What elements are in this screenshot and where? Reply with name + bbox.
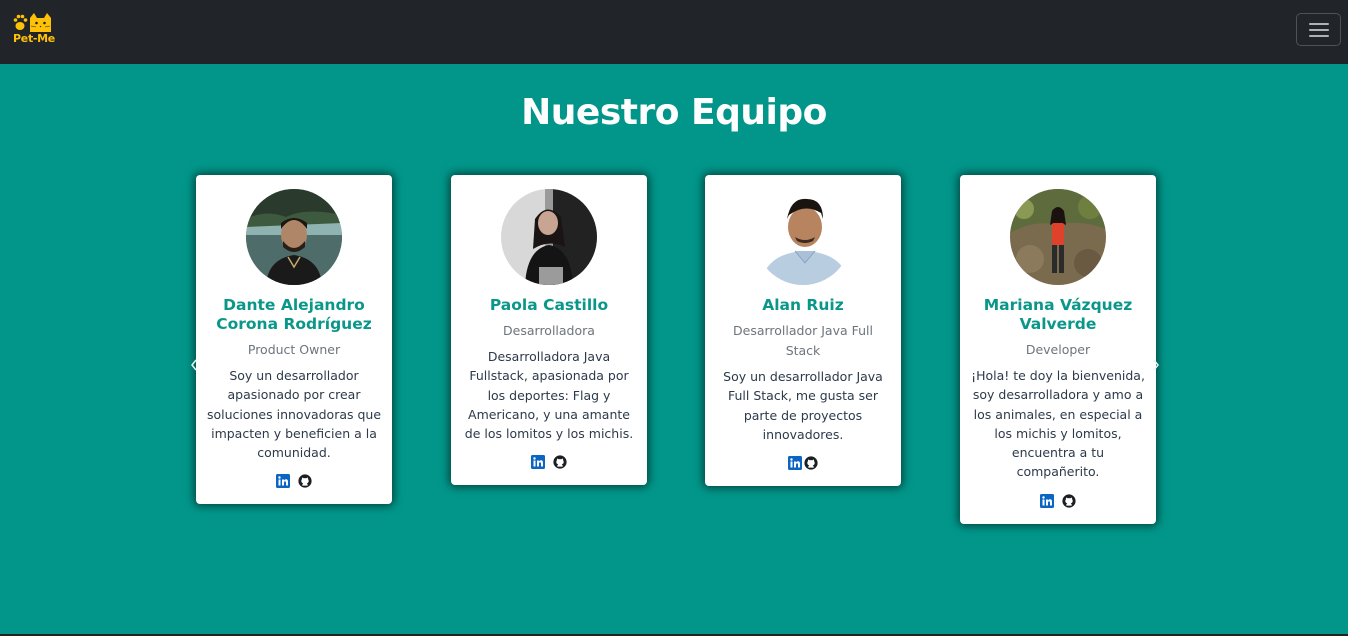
linkedin-icon[interactable]	[788, 456, 802, 471]
social-links	[206, 474, 382, 489]
team-card: Dante Alejandro Corona Rodríguez Product…	[196, 175, 392, 505]
member-name: Alan Ruiz	[762, 296, 844, 314]
github-icon[interactable]	[1062, 494, 1076, 508]
social-links	[970, 493, 1146, 508]
member-bio: ¡Hola! te doy la bienvenida, soy desarro…	[971, 368, 1145, 480]
team-card: Mariana Vázquez Valverde Developer ¡Hola…	[960, 175, 1156, 524]
hamburger-bar	[1309, 29, 1329, 31]
carousel-next-button[interactable]	[1152, 358, 1160, 372]
paw-cat-icon	[13, 13, 51, 32]
hamburger-bar	[1309, 35, 1329, 37]
team-card: Paola Castillo Desarrolladora Desarrolla…	[451, 175, 647, 486]
page-title: Nuestro Equipo	[521, 92, 827, 133]
github-icon[interactable]	[804, 456, 818, 470]
member-bio: Desarrolladora Java Fullstack, apasionad…	[464, 349, 634, 442]
navbar: Pet-Me	[0, 0, 1348, 64]
member-role: Desarrollador Java Full Stack	[733, 323, 873, 358]
member-role: Desarrolladora	[503, 323, 595, 338]
member-bio: Soy un desarrollador Java Full Stack, me…	[723, 369, 883, 442]
linkedin-icon[interactable]	[531, 455, 545, 470]
member-role: Developer	[1025, 342, 1091, 357]
social-links	[461, 455, 637, 470]
brand-name: Pet-Me	[13, 32, 55, 45]
member-role: Product Owner	[247, 342, 341, 357]
avatar	[1010, 189, 1106, 285]
brand-logo[interactable]: Pet-Me	[11, 10, 57, 46]
linkedin-icon[interactable]	[276, 474, 290, 489]
member-name: Dante Alejandro Corona Rodríguez	[216, 296, 372, 333]
chevron-right-icon	[1153, 359, 1159, 371]
social-links	[715, 456, 891, 471]
chevron-left-icon	[191, 359, 197, 371]
github-icon[interactable]	[298, 474, 312, 489]
hamburger-menu-icon	[1309, 23, 1329, 25]
avatar	[501, 189, 597, 285]
member-bio: Soy un desarrollador apasionado por crea…	[206, 368, 382, 461]
linkedin-icon[interactable]	[1040, 493, 1054, 508]
avatar	[755, 189, 851, 285]
carousel-prev-button[interactable]	[190, 358, 198, 372]
member-name: Paola Castillo	[489, 296, 609, 314]
avatar	[246, 189, 342, 285]
member-name: Mariana Vázquez Valverde	[983, 296, 1133, 333]
github-icon[interactable]	[553, 455, 567, 470]
navbar-toggle-button[interactable]	[1296, 13, 1341, 46]
team-card: Alan Ruiz Desarrollador Java Full Stack …	[705, 175, 901, 487]
